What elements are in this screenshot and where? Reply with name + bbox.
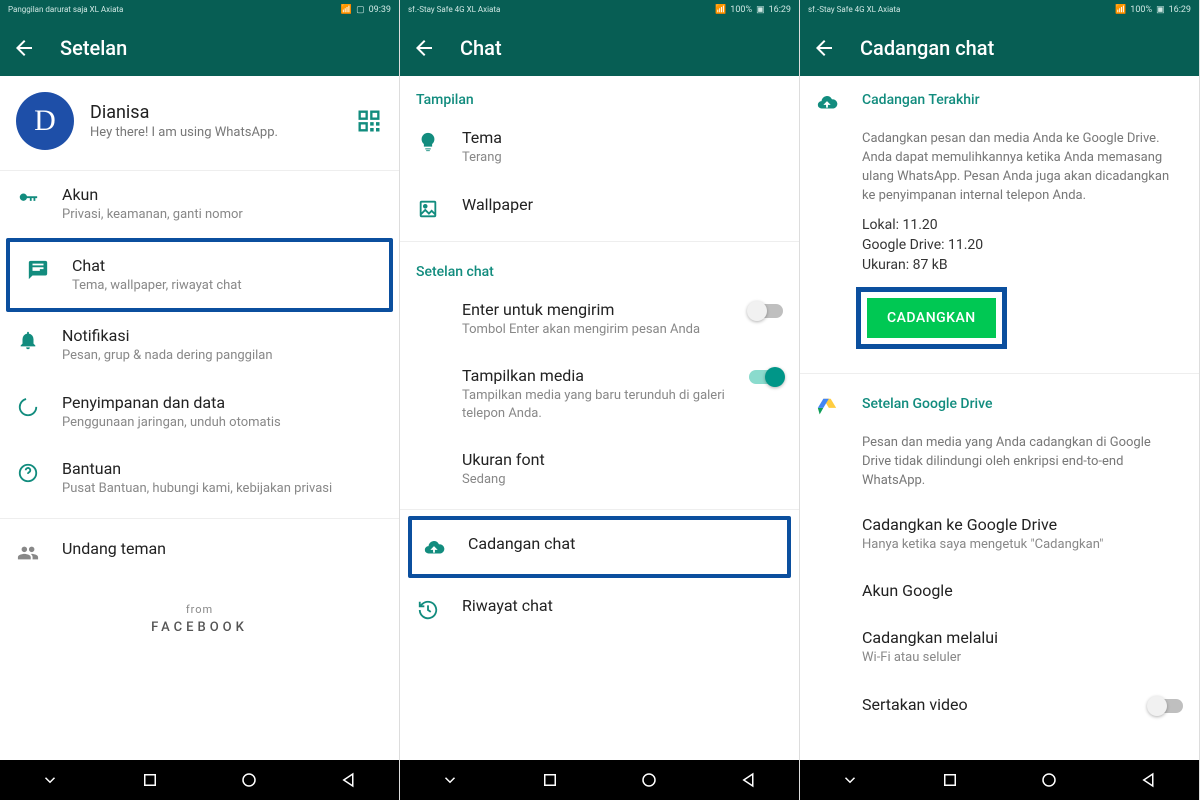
people-icon bbox=[16, 541, 40, 565]
android-navbar bbox=[400, 760, 799, 800]
status-bar: Panggilan darurat saja XL Axiata 📶▢09:39 bbox=[0, 0, 399, 20]
nav-recent-icon[interactable] bbox=[141, 771, 159, 789]
nav-back-icon[interactable] bbox=[1140, 771, 1158, 789]
item-font-size[interactable]: Ukuran font Sedang bbox=[400, 436, 799, 503]
section-header-tampilan: Tampilan bbox=[400, 76, 799, 114]
cloud-upload-icon bbox=[816, 92, 840, 116]
nav-chevron-icon[interactable] bbox=[841, 771, 859, 789]
item-chat-history[interactable]: Riwayat chat bbox=[400, 582, 799, 636]
backup-description: Cadangkan pesan dan media Anda ke Google… bbox=[800, 120, 1199, 215]
toggle-include-video[interactable] bbox=[1149, 699, 1183, 713]
item-google-account[interactable]: Akun Google bbox=[800, 567, 1199, 614]
item-show-media[interactable]: Tampilkan media Tampilkan media yang bar… bbox=[400, 352, 799, 436]
kv-gdrive: Google Drive: 11.20 bbox=[800, 235, 1199, 255]
nav-chevron-icon[interactable] bbox=[41, 771, 59, 789]
profile-row[interactable]: D Dianisa Hey there! I am using WhatsApp… bbox=[0, 76, 399, 171]
back-arrow-icon[interactable] bbox=[412, 36, 436, 60]
section-gdrive-settings: Setelan Google Drive bbox=[862, 396, 992, 412]
nav-recent-icon[interactable] bbox=[941, 771, 959, 789]
nav-home-icon[interactable] bbox=[240, 771, 258, 789]
android-navbar bbox=[800, 760, 1199, 800]
status-carrier: Panggilan darurat saja XL Axiata bbox=[8, 6, 123, 14]
backup-button[interactable]: CADANGKAN bbox=[867, 298, 996, 338]
kv-ukuran: Ukuran: 87 kB bbox=[800, 255, 1199, 275]
nav-home-icon[interactable] bbox=[640, 771, 658, 789]
backup-button-highlight: CADANGKAN bbox=[856, 287, 1007, 349]
nav-home-icon[interactable] bbox=[1040, 771, 1058, 789]
item-wallpaper[interactable]: Wallpaper bbox=[400, 181, 799, 235]
data-usage-icon bbox=[16, 395, 40, 419]
cloud-upload-icon bbox=[422, 536, 446, 560]
help-icon bbox=[16, 461, 40, 485]
settings-item-notifikasi[interactable]: Notifikasi Pesan, grup & nada dering pan… bbox=[0, 312, 399, 379]
nav-recent-icon[interactable] bbox=[541, 771, 559, 789]
item-backup-over[interactable]: Cadangkan melalui Wi-Fi atau seluler bbox=[800, 614, 1199, 681]
settings-item-storage[interactable]: Penyimpanan dan data Penggunaan jaringan… bbox=[0, 379, 399, 446]
nav-back-icon[interactable] bbox=[740, 771, 758, 789]
settings-item-akun[interactable]: Akun Privasi, keamanan, ganti nomor bbox=[0, 171, 399, 238]
history-icon bbox=[416, 598, 440, 622]
back-arrow-icon[interactable] bbox=[812, 36, 836, 60]
chat-icon bbox=[26, 258, 50, 282]
toggle-enter-send[interactable] bbox=[749, 304, 783, 318]
qr-icon[interactable] bbox=[355, 107, 383, 135]
appbar-title: Cadangan chat bbox=[860, 36, 994, 60]
wallpaper-icon bbox=[416, 197, 440, 221]
screen-chat-backup: sf.-Stay Safe 4G XL Axiata 📶100%▣16:29 C… bbox=[800, 0, 1200, 800]
settings-item-bantuan[interactable]: Bantuan Pusat Bantuan, hubungi kami, keb… bbox=[0, 445, 399, 512]
nav-back-icon[interactable] bbox=[340, 771, 358, 789]
appbar-title: Setelan bbox=[60, 36, 127, 60]
avatar: D bbox=[16, 92, 74, 150]
screen-settings: Panggilan darurat saja XL Axiata 📶▢09:39… bbox=[0, 0, 400, 800]
key-icon bbox=[16, 187, 40, 211]
footer-branding: from FACEBOOK bbox=[0, 579, 399, 647]
app-bar: Setelan bbox=[0, 20, 399, 76]
item-chat-backup[interactable]: Cadangan chat bbox=[412, 520, 787, 574]
status-right: 📶▢09:39 bbox=[341, 5, 391, 15]
profile-status: Hey there! I am using WhatsApp. bbox=[90, 125, 339, 140]
item-backup-gdrive[interactable]: Cadangkan ke Google Drive Hanya ketika s… bbox=[800, 501, 1199, 568]
back-arrow-icon[interactable] bbox=[12, 36, 36, 60]
item-enter-send[interactable]: Enter untuk mengirim Tombol Enter akan m… bbox=[400, 286, 799, 353]
section-last-backup: Cadangan Terakhir bbox=[862, 92, 980, 108]
kv-lokal: Lokal: 11.20 bbox=[800, 215, 1199, 235]
section-header-setelan-chat: Setelan chat bbox=[400, 248, 799, 286]
bell-icon bbox=[16, 328, 40, 352]
app-bar: Chat bbox=[400, 20, 799, 76]
item-include-video[interactable]: Sertakan video bbox=[800, 681, 1199, 728]
settings-item-invite[interactable]: Undang teman bbox=[0, 525, 399, 579]
screen-chat-settings: sf.-Stay Safe 4G XL Axiata 📶100%▣16:29 C… bbox=[400, 0, 800, 800]
android-navbar bbox=[0, 760, 399, 800]
google-drive-icon bbox=[816, 396, 840, 420]
nav-chevron-icon[interactable] bbox=[441, 771, 459, 789]
item-tema[interactable]: Tema Terang bbox=[400, 114, 799, 181]
theme-icon bbox=[416, 130, 440, 154]
toggle-show-media[interactable] bbox=[749, 370, 783, 384]
appbar-title: Chat bbox=[460, 36, 502, 60]
settings-item-chat[interactable]: Chat Tema, wallpaper, riwayat chat bbox=[10, 242, 389, 309]
status-bar: sf.-Stay Safe 4G XL Axiata 📶100%▣16:29 bbox=[400, 0, 799, 20]
gdrive-description: Pesan dan media yang Anda cadangkan di G… bbox=[800, 424, 1199, 501]
status-bar: sf.-Stay Safe 4G XL Axiata 📶100%▣16:29 bbox=[800, 0, 1199, 20]
app-bar: Cadangan chat bbox=[800, 20, 1199, 76]
profile-name: Dianisa bbox=[90, 102, 339, 123]
